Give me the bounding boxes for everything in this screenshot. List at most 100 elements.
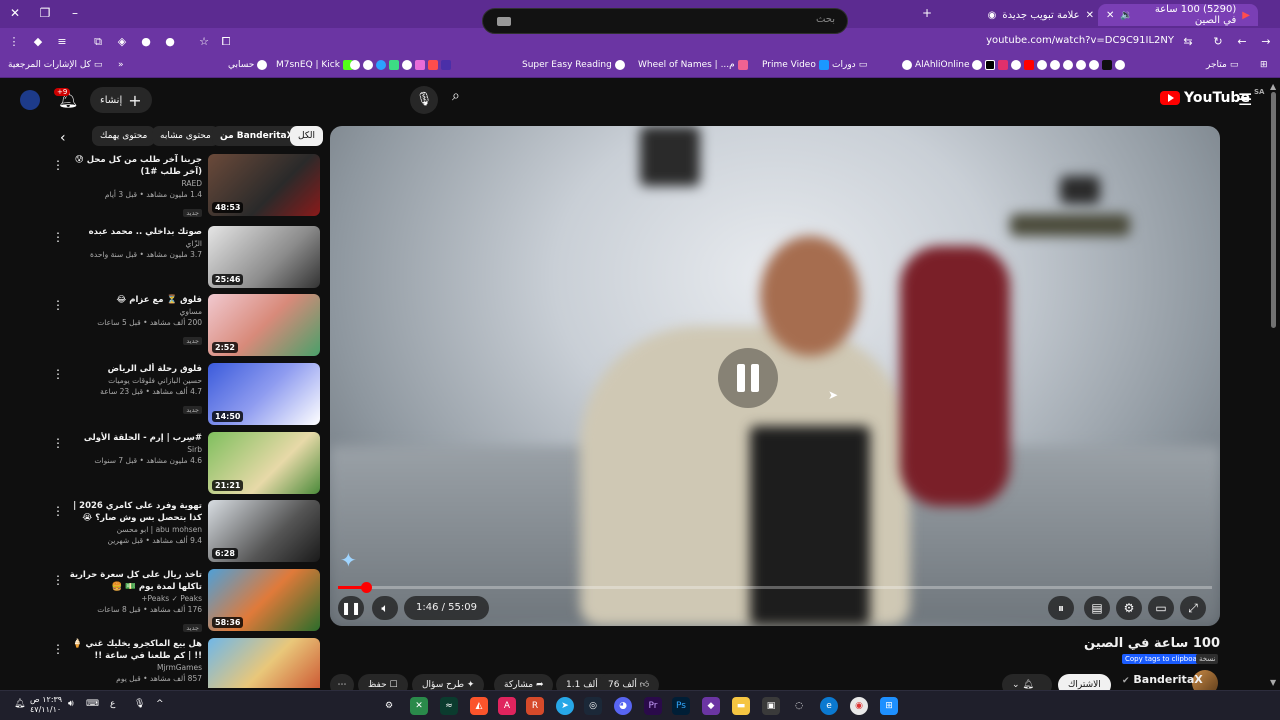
premiere-icon[interactable]: Pr — [644, 697, 662, 715]
bookmark-item[interactable]: Wheel of Names | ...م — [638, 60, 748, 70]
list-item[interactable]: 6:28 تهوية وفرد على كامري 2026 | كذا بتح… — [48, 500, 320, 564]
bookmark-icons-group[interactable] — [972, 60, 1125, 70]
video-thumbnail[interactable]: 25:46 — [208, 226, 320, 288]
autoplay-toggle-icon[interactable]: ⏸︎ — [1048, 596, 1074, 620]
audio-icon[interactable]: 🔉 — [1120, 10, 1132, 21]
channel-name[interactable]: حسين البازاني فلوقات يوميات — [62, 375, 202, 386]
scroll-up-icon[interactable]: ▲ — [1270, 82, 1276, 91]
forward-icon[interactable]: ← — [1234, 34, 1250, 50]
app-icon[interactable]: ✕ — [410, 697, 428, 715]
video-thumbnail[interactable] — [208, 638, 320, 688]
notification-icon[interactable]: 🔔︎ — [14, 699, 25, 709]
pause-button[interactable] — [718, 348, 778, 408]
video-title[interactable]: #سِرب | إرم - الحلقة الأولى — [62, 432, 202, 444]
video-title[interactable]: جربنا آخر طلب من كل محل 😰 (آخر طلب #1) — [62, 154, 202, 178]
bookmark-item[interactable]: حسابي — [228, 60, 268, 70]
bookmark-item[interactable]: M7snEQ | Kick — [276, 60, 353, 70]
channel-name[interactable]: الزّاي — [62, 238, 202, 249]
list-item[interactable]: 48:53 جربنا آخر طلب من كل محل 😰 (آخر طلب… — [48, 154, 320, 218]
maximize-window-icon[interactable]: ❐ — [36, 4, 54, 22]
tab-close-icon[interactable]: ✕ — [1106, 10, 1114, 21]
store-icon[interactable]: ▣ — [762, 697, 780, 715]
progress-bar[interactable] — [338, 586, 1212, 589]
discord-icon[interactable]: ◕ — [614, 697, 632, 715]
settings-gear-icon[interactable]: ⚙ — [1116, 596, 1142, 620]
chip-related[interactable]: محتوى مشابه — [152, 126, 219, 146]
video-title[interactable]: تاخذ ريال على كل سعرة حرارية تاكلها لمدة… — [62, 569, 202, 593]
extension-icon[interactable]: ◈ — [114, 34, 130, 50]
more-options-icon[interactable]: ⋮ — [52, 158, 64, 172]
apps-grid-icon[interactable]: ⊞ — [1260, 60, 1268, 70]
create-button[interactable]: إنشاء + — [90, 87, 152, 113]
volume-icon[interactable]: 🔈︎ — [372, 596, 398, 620]
bookmarks-overflow-icon[interactable]: » — [118, 60, 124, 70]
list-item[interactable]: 25:46 صوتك بداخلي .. محمد عبده الزّاي 3.7 … — [48, 226, 320, 290]
list-item[interactable]: 21:21 #سِرب | إرم - الحلقة الأولى Sirb 4.6… — [48, 432, 320, 496]
more-options-icon[interactable]: ⋮ — [52, 436, 64, 450]
keyboard-icon[interactable] — [497, 17, 511, 26]
extensions-puzzle-icon[interactable]: ⧉ — [90, 34, 106, 50]
channel-name[interactable]: Sirb — [62, 444, 202, 455]
bookmark-icons-group[interactable] — [350, 60, 451, 70]
telegram-icon[interactable]: ➤ — [556, 697, 574, 715]
language-indicator[interactable]: ع — [110, 699, 115, 709]
menu-icon[interactable]: ⋮ — [6, 34, 22, 50]
extension-icon[interactable]: ◆ — [30, 34, 46, 50]
extension-icon[interactable]: ● — [162, 34, 178, 50]
reload-icon[interactable]: ↻ — [1210, 34, 1226, 50]
copy-tags-button[interactable]: Copy tags to clipboard — [1122, 654, 1207, 664]
list-item[interactable]: 2:52 فلوق ⏳ مع عزام 😂 مساوي 200 ألف مشاهد … — [48, 294, 320, 358]
video-title[interactable]: تهوية وفرد على كامري 2026 | كذا بتحصل بس… — [62, 500, 202, 524]
channel-name[interactable]: ✔ BanderitaX — [1122, 673, 1203, 686]
channel-name[interactable]: مساوي — [62, 306, 203, 317]
guide-menu-icon[interactable]: ☰ — [1238, 90, 1252, 109]
network-icon[interactable]: ⌨ — [86, 699, 99, 709]
video-title[interactable]: فلوق رحلة ألى الرياض — [62, 363, 202, 375]
all-bookmarks-folder[interactable]: كل الإشارات المرجعية ▭ — [8, 60, 102, 70]
list-item[interactable]: هل بيع الماكجرو يخليك غني 🍦 !! | كم طلعن… — [48, 638, 320, 688]
microphone-icon[interactable]: 🎙︎ — [134, 699, 145, 709]
page-scrollbar[interactable] — [1271, 92, 1276, 328]
clock[interactable]: ١٢:٣٩ ص ٤٧/١١/١٠ — [30, 695, 62, 715]
minimize-window-icon[interactable]: – — [66, 4, 84, 22]
new-tab-icon[interactable]: + — [918, 4, 936, 22]
subtitles-icon[interactable]: ▤ — [1084, 596, 1110, 620]
list-item[interactable]: 14:50 فلوق رحلة ألى الرياض حسين البازاني … — [48, 363, 320, 427]
search-icon[interactable]: ⌕ — [452, 88, 482, 112]
app-icon[interactable]: ≈ — [440, 697, 458, 715]
start-menu-icon[interactable]: ⊞ — [880, 697, 898, 715]
scroll-down-icon[interactable]: ▼ — [1270, 678, 1276, 687]
more-options-icon[interactable]: ⋮ — [52, 642, 64, 656]
list-item[interactable]: 58:36 تاخذ ريال على كل سعرة حرارية تاكله… — [48, 569, 320, 633]
progress-scrubber[interactable] — [360, 582, 372, 593]
brave-icon[interactable]: ◭ — [470, 697, 488, 715]
chip-all[interactable]: الكل — [290, 126, 324, 146]
video-thumbnail[interactable]: 6:28 — [208, 500, 320, 562]
video-thumbnail[interactable]: 21:21 — [208, 432, 320, 494]
chrome-icon[interactable]: ◉ — [850, 697, 868, 715]
app-icon[interactable]: ⚙ — [380, 697, 398, 715]
photoshop-icon[interactable]: Ps — [672, 697, 690, 715]
tab-close-icon[interactable]: ✕ — [1086, 10, 1094, 21]
chip-for-you[interactable]: محتوى يهمك — [92, 126, 156, 146]
app-icon[interactable]: A — [498, 697, 516, 715]
edge-icon[interactable]: e — [820, 697, 838, 715]
bookmark-item[interactable]: Super Easy Reading — [522, 60, 625, 70]
app-icon[interactable]: ◆ — [702, 697, 720, 715]
bookmark-item[interactable]: Prime Video — [762, 60, 829, 70]
steam-icon[interactable]: ◎ — [584, 697, 602, 715]
tab-new[interactable]: ✕ علامة تبويب جديدة ◉ — [944, 4, 1094, 26]
app-icon[interactable]: ◌ — [790, 697, 808, 715]
tab-youtube[interactable]: ▶ (5290) 100 ساعة في الصين 🔉 ✕ — [1098, 4, 1258, 26]
avatar[interactable] — [20, 90, 40, 110]
miniplayer-icon[interactable]: ▭ — [1148, 596, 1174, 620]
channel-name[interactable]: abu mohsen | ابو محسن — [62, 524, 202, 535]
more-options-icon[interactable]: ⋮ — [52, 504, 64, 518]
video-title[interactable]: صوتك بداخلي .. محمد عبده — [62, 226, 202, 238]
search-input[interactable]: بحث — [482, 8, 848, 34]
volume-icon[interactable]: 🔊︎ — [68, 699, 74, 709]
file-explorer-icon[interactable]: ▬ — [732, 697, 750, 715]
extension-icon[interactable]: ≡ — [54, 34, 70, 50]
tray-overflow-icon[interactable]: ^ — [156, 699, 164, 709]
channel-name[interactable]: RAED — [62, 178, 202, 189]
